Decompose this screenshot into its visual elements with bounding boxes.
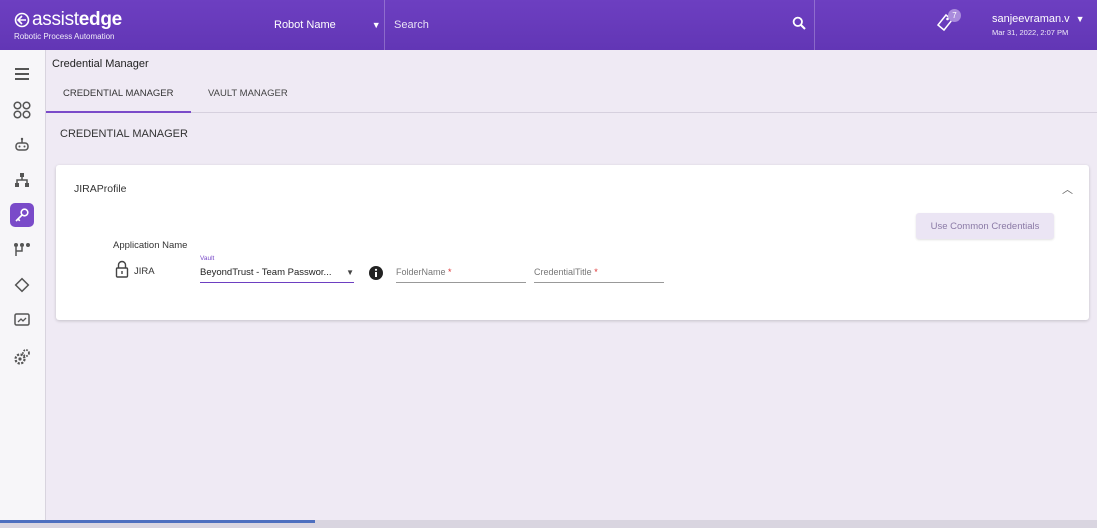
- user-name-row: sanjeevraman.v ▼: [992, 13, 1085, 25]
- notification-badge: 7: [948, 9, 961, 22]
- folder-name-label: FolderName *: [396, 267, 452, 277]
- tab-credential-manager[interactable]: CREDENTIAL MANAGER: [63, 88, 174, 99]
- main-content: Credential Manager CREDENTIAL MANAGER VA…: [46, 50, 1097, 520]
- logo-wordmark: assist edge: [14, 9, 122, 31]
- vault-label: Vault: [200, 255, 215, 262]
- monitor-icon[interactable]: [10, 308, 34, 332]
- key-icon[interactable]: [10, 203, 34, 227]
- lock-icon: [115, 260, 129, 283]
- topbar-divider: [814, 0, 815, 50]
- sidebar: [0, 50, 46, 520]
- chevron-up-icon[interactable]: ︿: [1062, 181, 1073, 197]
- loading-progress-bar: [0, 520, 315, 523]
- logo-text-thin: assist: [32, 9, 79, 30]
- section-title: CREDENTIAL MANAGER: [60, 128, 188, 140]
- topbar-divider: [384, 0, 385, 50]
- logo-icon: [14, 12, 30, 28]
- vault-value: BeyondTrust - Team Passwor...: [200, 267, 332, 278]
- robot-name-select[interactable]: Robot Name ▼: [274, 19, 381, 31]
- user-name: sanjeevraman.v: [992, 13, 1070, 25]
- settings-icon[interactable]: [10, 345, 34, 369]
- user-date: Mar 31, 2022, 2:07 PM: [992, 28, 1069, 37]
- dashboard-icon[interactable]: [10, 98, 34, 122]
- chevron-down-icon: ▼: [371, 20, 381, 30]
- diamond-icon[interactable]: [10, 273, 34, 297]
- workflow-icon[interactable]: [10, 238, 34, 262]
- user-menu[interactable]: sanjeevraman.v ▼ Mar 31, 2022, 2:07 PM: [992, 13, 1085, 37]
- menu-icon[interactable]: [10, 62, 34, 86]
- logo-subtitle: Robotic Process Automation: [14, 32, 115, 41]
- profile-title[interactable]: JIRAProfile: [74, 183, 127, 195]
- profile-card: JIRAProfile ︿ Use Common Credentials App…: [56, 165, 1089, 320]
- logo-text-bold: edge: [78, 9, 122, 30]
- vault-select[interactable]: BeyondTrust - Team Passwor... ▼: [200, 265, 354, 283]
- search-input[interactable]: Search: [394, 19, 429, 31]
- chevron-down-icon: ▼: [1075, 14, 1085, 24]
- search-icon[interactable]: [792, 16, 806, 35]
- application-name-header: Application Name: [113, 240, 188, 251]
- top-bar: assist edge Robotic Process Automation Ro…: [0, 0, 1097, 50]
- hierarchy-icon[interactable]: [10, 168, 34, 192]
- logo[interactable]: assist edge Robotic Process Automation: [14, 9, 122, 41]
- chevron-down-icon: ▼: [346, 268, 354, 277]
- tab-bar: CREDENTIAL MANAGER VAULT MANAGER: [46, 78, 1097, 113]
- robot-icon[interactable]: [10, 133, 34, 157]
- folder-name-field[interactable]: FolderName *: [396, 265, 526, 283]
- application-name: JIRA: [134, 266, 155, 277]
- tab-vault-manager[interactable]: VAULT MANAGER: [208, 88, 288, 99]
- active-tab-indicator: [46, 111, 191, 113]
- use-common-credentials-button[interactable]: Use Common Credentials: [916, 213, 1054, 239]
- credential-title-field[interactable]: CredentialTitle *: [534, 265, 664, 283]
- robot-name-label: Robot Name: [274, 19, 336, 31]
- credential-title-label: CredentialTitle *: [534, 267, 598, 277]
- info-icon[interactable]: [369, 266, 383, 285]
- page-title: Credential Manager: [52, 58, 149, 70]
